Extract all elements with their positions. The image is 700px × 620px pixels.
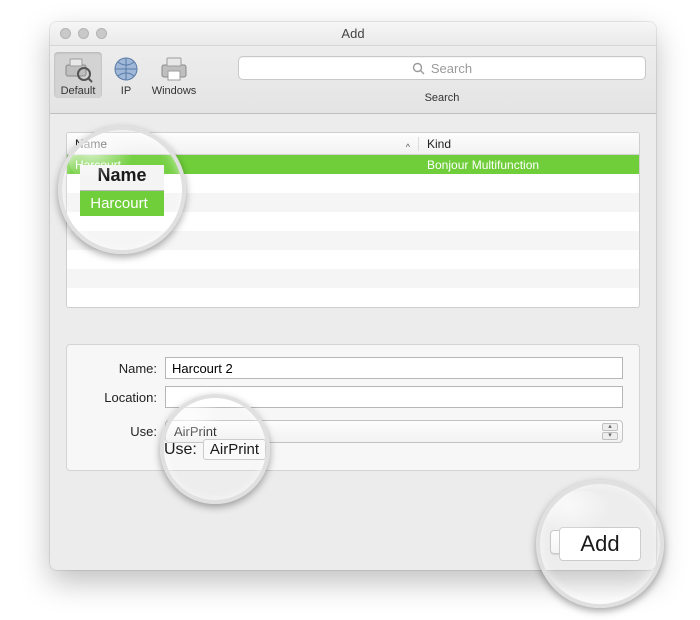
printer-list: Name ^ Kind Harcourt Bonjour Multifuncti… bbox=[66, 132, 640, 308]
tab-default[interactable]: Default bbox=[54, 52, 102, 98]
list-item bbox=[67, 269, 639, 288]
label-use: Use: bbox=[83, 424, 165, 439]
chevron-updown-icon: ▴▾ bbox=[602, 423, 618, 440]
use-select[interactable]: AirPrint ▴▾ bbox=[165, 420, 623, 443]
list-item bbox=[67, 250, 639, 269]
window-title: Add bbox=[50, 26, 656, 41]
tab-label: Default bbox=[54, 85, 102, 97]
tab-windows[interactable]: Windows bbox=[150, 52, 198, 98]
search-placeholder: Search bbox=[431, 61, 472, 76]
tab-label: Windows bbox=[150, 85, 198, 97]
tab-ip[interactable]: IP bbox=[102, 52, 150, 98]
search-section-label: Search bbox=[425, 92, 460, 104]
column-header-kind[interactable]: Kind bbox=[419, 137, 639, 151]
search-input[interactable]: Search bbox=[238, 56, 646, 80]
use-value: AirPrint bbox=[174, 424, 217, 439]
add-button[interactable]: Add bbox=[550, 530, 636, 554]
name-field[interactable] bbox=[165, 357, 623, 379]
list-item bbox=[67, 231, 639, 250]
list-item bbox=[67, 212, 639, 231]
cell-name: Harcourt bbox=[67, 158, 419, 172]
list-item bbox=[67, 193, 639, 212]
column-header-name[interactable]: Name ^ bbox=[67, 137, 419, 151]
list-item bbox=[67, 174, 639, 193]
printer-icon bbox=[157, 54, 191, 84]
search-icon bbox=[412, 62, 425, 75]
list-item[interactable]: Harcourt Bonjour Multifunction bbox=[67, 155, 639, 174]
label-location: Location: bbox=[83, 390, 165, 405]
titlebar: Add bbox=[50, 22, 656, 46]
sort-caret-icon: ^ bbox=[406, 142, 410, 152]
tab-label: IP bbox=[102, 85, 150, 97]
toolbar: Default IP bbox=[50, 46, 656, 114]
add-printer-window: Add Default bbox=[50, 22, 656, 570]
list-body[interactable]: Harcourt Bonjour Multifunction bbox=[67, 155, 639, 307]
label-name: Name: bbox=[83, 361, 165, 376]
cell-kind: Bonjour Multifunction bbox=[419, 158, 639, 172]
location-field[interactable] bbox=[165, 386, 623, 408]
globe-icon bbox=[109, 54, 143, 84]
list-item bbox=[67, 288, 639, 307]
printer-form: Name: Location: Use: AirPrint ▴▾ bbox=[66, 344, 640, 471]
printer-magnifier-icon bbox=[61, 54, 95, 84]
